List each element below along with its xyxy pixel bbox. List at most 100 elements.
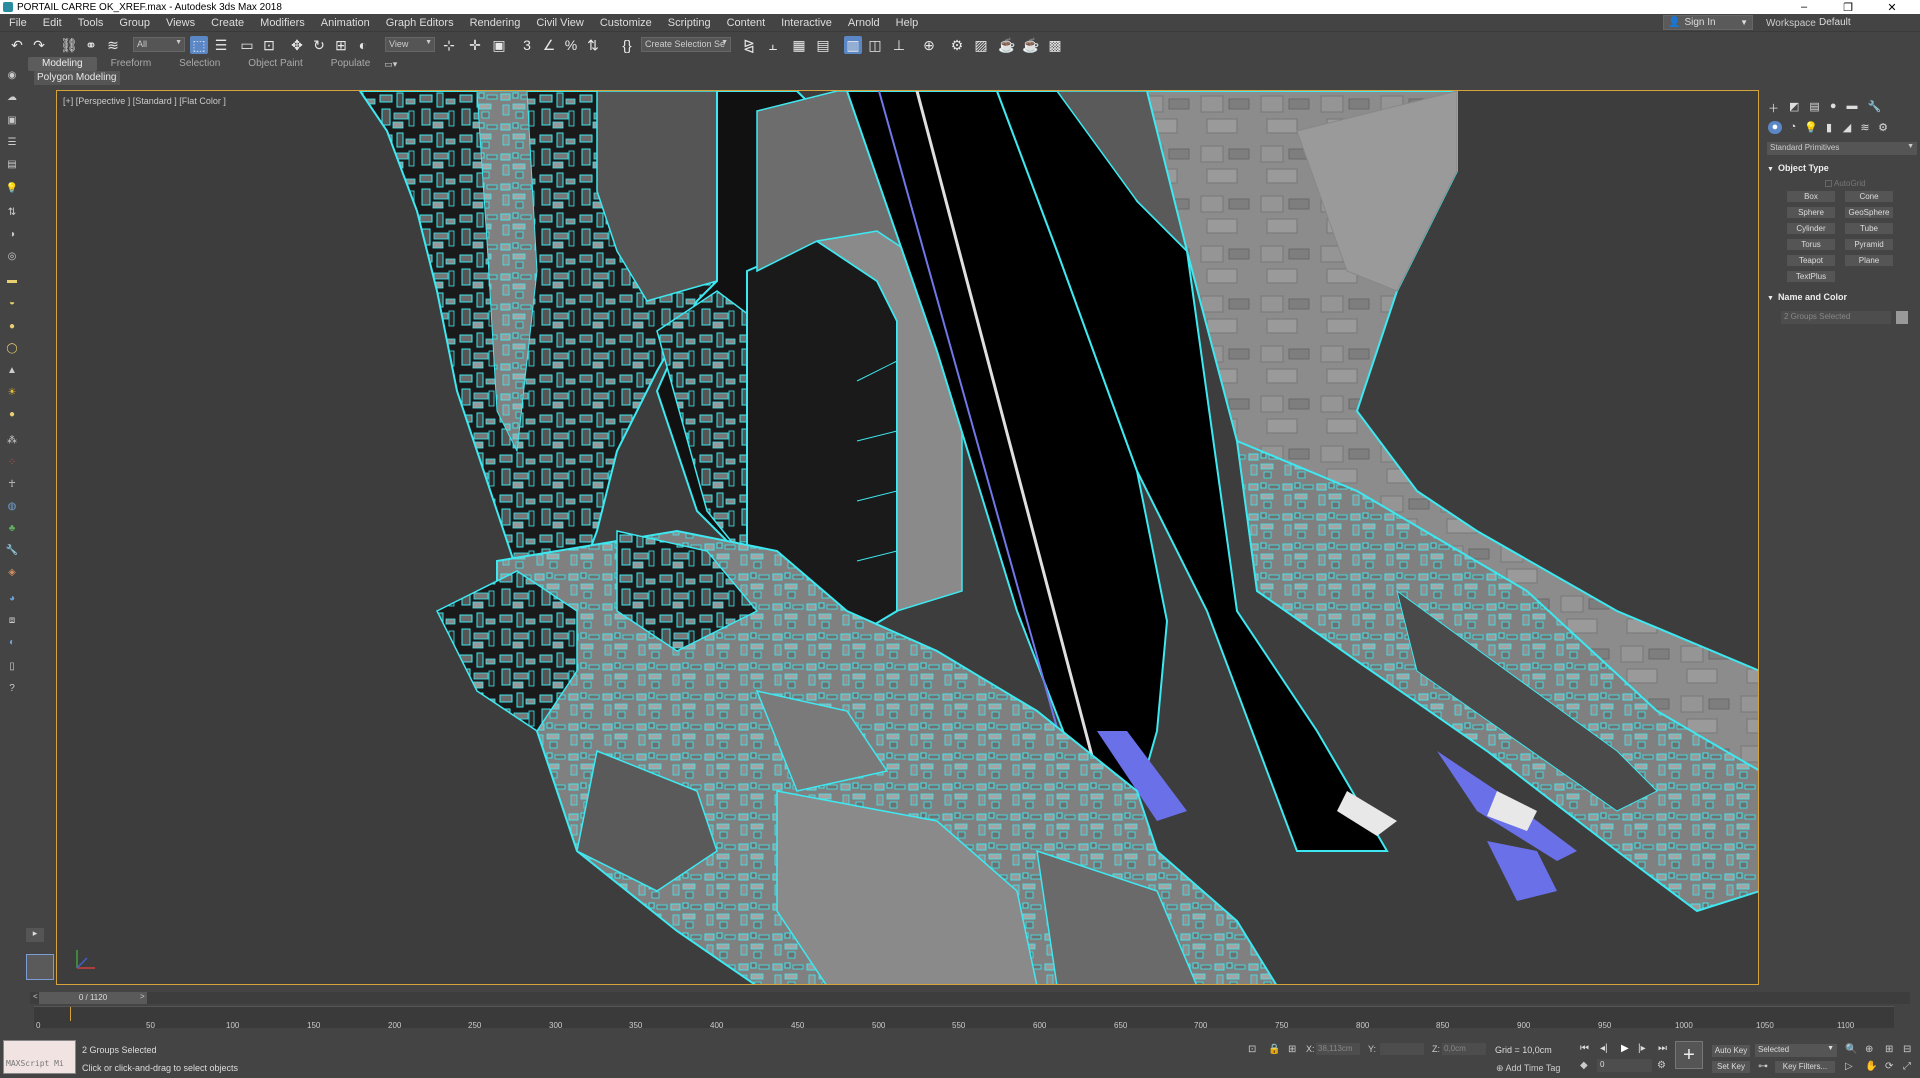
select-object-icon[interactable]: ⬚ — [190, 36, 208, 54]
schematic-view-icon[interactable]: ⊥ — [890, 36, 908, 54]
ribbon-tab-populate[interactable]: Populate — [317, 57, 384, 71]
selection-filter-dropdown[interactable]: All ▼ — [133, 37, 185, 52]
layers-icon[interactable]: ▤ — [4, 156, 20, 172]
object-type-rollout[interactable]: ▼ Object Type — [1767, 163, 1917, 173]
teapot-button[interactable]: Teapot — [1787, 255, 1835, 266]
track-bar[interactable]: 0 50 100 150 200 250 300 350 400 450 500… — [34, 1006, 1894, 1030]
menu-arnold[interactable]: Arnold — [840, 17, 888, 29]
sun-icon[interactable]: ☀ — [4, 384, 20, 400]
current-frame-field[interactable]: 0 — [1597, 1059, 1652, 1072]
previous-frame-icon[interactable]: ◂| — [1600, 1043, 1608, 1054]
ribbon-tab-modeling[interactable]: Modeling — [28, 57, 97, 71]
auto-key-button[interactable]: Auto Key — [1712, 1045, 1750, 1057]
menu-scripting[interactable]: Scripting — [660, 17, 719, 29]
time-slider-track[interactable] — [30, 992, 1910, 1004]
next-frame-button-icon[interactable]: |▸ — [1638, 1043, 1646, 1054]
menu-civil-view[interactable]: Civil View — [528, 17, 591, 29]
material-editor-icon[interactable]: ⊕ — [920, 36, 938, 54]
spinner-snap-icon[interactable]: ⇅ — [584, 36, 602, 54]
sphere-button[interactable]: Sphere — [1787, 207, 1835, 218]
align-icon[interactable]: ⫠ — [764, 36, 782, 54]
rect-selection-icon[interactable]: ▭ — [238, 36, 256, 54]
set-key-button[interactable]: Set Key — [1712, 1061, 1750, 1073]
geosphere-button[interactable]: GeoSphere — [1845, 207, 1893, 218]
plane-button[interactable]: Plane — [1845, 255, 1893, 266]
select-by-name-icon[interactable]: ☰ — [212, 36, 230, 54]
render-sphere-icon[interactable]: ◕ — [4, 590, 20, 606]
ribbon-options-icon[interactable]: ▭▾ — [384, 59, 397, 70]
toggle-icon[interactable]: ◐ — [4, 634, 20, 650]
pan-icon[interactable]: ✋ — [1865, 1061, 1877, 1072]
shapes-icon[interactable]: ◔ — [1786, 121, 1800, 134]
bind-space-warp-icon[interactable]: ≋ — [104, 36, 122, 54]
next-frame-icon[interactable]: > — [140, 992, 145, 1001]
reference-coordinate-dropdown[interactable]: View ▼ — [385, 37, 435, 52]
zoom-icon[interactable]: 🔍 — [1845, 1044, 1857, 1055]
viewport-layout-expand-icon[interactable]: ▸ — [26, 928, 44, 942]
geometry-icon[interactable]: ● — [1768, 121, 1782, 134]
viewport-label[interactable]: [+] [Perspective ] [Standard ] [Flat Col… — [63, 96, 226, 106]
workspace-dropdown[interactable]: Default — [1816, 15, 1916, 30]
select-manipulate-icon[interactable]: ✛ — [466, 36, 484, 54]
move-icon[interactable]: ✥ — [288, 36, 306, 54]
go-to-end-icon[interactable]: ⏭ — [1658, 1043, 1667, 1054]
go-to-start-icon[interactable]: ⏮ — [1580, 1043, 1589, 1054]
plant-icon[interactable]: ♣ — [4, 520, 20, 536]
lock-icon[interactable]: 🔒 — [1268, 1044, 1280, 1055]
fov-icon[interactable]: ▷ — [1845, 1061, 1853, 1072]
keyboard-shortcut-icon[interactable]: ▣ — [490, 36, 508, 54]
zoom-extents-icon[interactable]: ⊞ — [1885, 1044, 1893, 1055]
name-and-color-rollout[interactable]: ▼ Name and Color — [1767, 292, 1917, 302]
zoom-extents-all-icon[interactable]: ⊟ — [1903, 1044, 1911, 1055]
isolate-icon[interactable]: ⊡ — [1248, 1044, 1256, 1055]
placement-icon[interactable]: ◐ — [354, 36, 372, 54]
mirror-icon[interactable]: ⧎ — [740, 36, 758, 54]
spacewarps-icon[interactable]: ≋ — [1858, 121, 1872, 134]
rendered-frame-window-icon[interactable]: ▨ — [972, 36, 990, 54]
menu-graph-editors[interactable]: Graph Editors — [378, 17, 462, 29]
compass-icon[interactable]: ◎ — [4, 248, 20, 264]
object-name-field[interactable]: 2 Groups Selected — [1781, 311, 1891, 324]
particles-icon[interactable]: ⁂ — [4, 432, 20, 448]
person-icon[interactable]: ☥ — [4, 476, 20, 492]
add-time-tag[interactable]: ⊕ Add Time Tag — [1496, 1063, 1560, 1074]
key-selection-dropdown[interactable]: Selected ▼ — [1755, 1044, 1837, 1057]
eye-icon[interactable]: ◉ — [4, 67, 20, 83]
lightbulb-icon[interactable]: 💡 — [4, 180, 20, 196]
menu-rendering[interactable]: Rendering — [462, 17, 529, 29]
layer-explorer-icon[interactable]: ▤ — [814, 36, 832, 54]
cloud-icon[interactable]: ☁ — [4, 89, 20, 105]
panel-icon[interactable]: ▯ — [4, 658, 20, 674]
menu-customize[interactable]: Customize — [592, 17, 660, 29]
cone-icon[interactable]: ▲ — [4, 362, 20, 378]
render-iterative-icon[interactable]: ☕ — [1022, 36, 1040, 54]
window-crossing-icon[interactable]: ⊡ — [260, 36, 278, 54]
cameras-icon[interactable]: ▮ — [1822, 121, 1836, 134]
systems-icon[interactable]: ⚙ — [1876, 121, 1890, 134]
sign-in-dropdown[interactable]: 👤 Sign In ▼ — [1663, 15, 1753, 30]
orbit-icon[interactable]: ⟳ — [1885, 1061, 1893, 1072]
torus-button[interactable]: Torus — [1787, 239, 1835, 250]
ribbon-tab-object-paint[interactable]: Object Paint — [234, 57, 316, 71]
snaps-toggle-icon[interactable]: 3 — [518, 36, 536, 54]
camera-icon[interactable]: ⧈ — [4, 612, 20, 628]
menu-create[interactable]: Create — [203, 17, 252, 29]
play-icon[interactable]: ▶ — [1621, 1043, 1629, 1054]
link-icon[interactable]: ⛓ — [60, 36, 78, 54]
autogrid-checkbox[interactable]: AutoGrid — [1825, 179, 1866, 188]
menu-interactive[interactable]: Interactive — [773, 17, 840, 29]
create-tab-icon[interactable]: ＋ — [1768, 100, 1779, 116]
wrench-icon[interactable]: 🔧 — [4, 542, 20, 558]
time-config-icon[interactable]: ⚙ — [1657, 1060, 1666, 1071]
ribbon-tab-freeform[interactable]: Freeform — [97, 57, 166, 71]
sphere-icon[interactable]: ● — [4, 318, 20, 334]
named-selection-dropdown[interactable]: Create Selection Se ▼ — [641, 37, 731, 52]
container-icon[interactable]: ◑ — [4, 226, 20, 242]
percent-snap-icon[interactable]: % — [562, 36, 580, 54]
tube-button[interactable]: Tube — [1845, 223, 1893, 234]
hierarchy-tab-icon[interactable]: ▤ — [1809, 100, 1819, 116]
help-icon[interactable]: ? — [4, 680, 20, 696]
edit-named-selection-icon[interactable]: {} — [618, 36, 636, 54]
lights-icon[interactable]: 💡 — [1804, 121, 1818, 134]
dots-icon[interactable]: ⁘ — [4, 454, 20, 470]
